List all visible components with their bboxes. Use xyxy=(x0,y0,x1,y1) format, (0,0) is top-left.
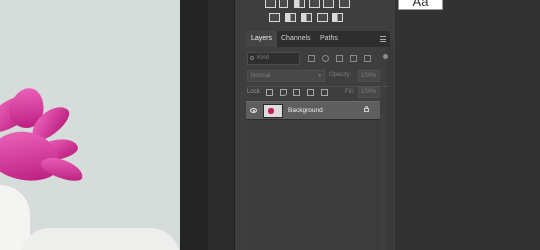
flower-petal xyxy=(0,126,64,186)
selective-color-icon[interactable] xyxy=(332,13,343,22)
shape-filter-icon[interactable] xyxy=(350,55,357,62)
tab-channels[interactable]: Channels xyxy=(276,31,316,47)
lock-label: Lock: xyxy=(247,89,262,95)
blend-mode-select[interactable]: Normal ▾ xyxy=(247,70,325,82)
lock-position-icon[interactable] xyxy=(293,89,300,96)
exposure-icon[interactable] xyxy=(309,0,320,8)
fill-label: Fill: xyxy=(345,89,355,95)
eye-icon[interactable] xyxy=(250,108,257,113)
opacity-label: Opacity: xyxy=(329,72,352,78)
lock-transparent-icon[interactable] xyxy=(266,89,273,96)
vase-base xyxy=(20,228,180,250)
gradient-map-icon[interactable] xyxy=(317,13,328,22)
panel-scrollbar[interactable] xyxy=(386,44,394,250)
image-filter-icon[interactable] xyxy=(308,55,315,62)
canvas-photo[interactable] xyxy=(0,0,180,250)
invert-icon[interactable] xyxy=(269,13,280,22)
adjustment-filter-icon[interactable] xyxy=(322,55,329,62)
workspace-right xyxy=(395,0,540,250)
curves-icon[interactable] xyxy=(294,0,305,8)
workspace-gutter xyxy=(208,0,234,250)
layer-row[interactable]: Background xyxy=(246,101,380,120)
brightness-contrast-icon[interactable] xyxy=(265,0,276,8)
levels-icon[interactable] xyxy=(279,0,288,8)
chevron-down-icon: ▾ xyxy=(318,73,321,79)
lock-artboard-icon[interactable] xyxy=(307,89,314,96)
panel-menu-icon[interactable] xyxy=(380,36,386,42)
fill-value: 100% xyxy=(361,89,377,95)
lock-image-icon[interactable] xyxy=(280,89,287,96)
smart-object-filter-icon[interactable] xyxy=(364,55,371,62)
vibrance-icon[interactable] xyxy=(323,0,334,8)
fill-field[interactable]: 100% xyxy=(358,87,380,98)
lock-all-icon[interactable] xyxy=(321,89,328,96)
tab-paths[interactable]: Paths xyxy=(315,31,343,47)
font-preview: Aa xyxy=(398,0,443,10)
layer-thumbnail xyxy=(263,104,283,118)
search-icon xyxy=(250,56,254,60)
kind-filter-select[interactable]: Kind xyxy=(247,52,300,65)
panel-tabs: Layers Channels Paths xyxy=(246,31,390,47)
font-preview-text: Aa xyxy=(412,0,429,9)
filter-toggle[interactable] xyxy=(383,54,388,59)
kind-filter-label: Kind xyxy=(257,55,270,61)
hue-saturation-icon[interactable] xyxy=(339,0,350,8)
opacity-value: 100% xyxy=(361,73,377,79)
layer-name[interactable]: Background xyxy=(288,107,323,114)
layers-list xyxy=(246,120,380,250)
lock-icon[interactable] xyxy=(364,106,369,112)
blend-mode-value: Normal xyxy=(251,73,271,79)
tab-layers[interactable]: Layers xyxy=(246,31,278,47)
canvas-edge xyxy=(180,0,208,250)
opacity-field[interactable]: 100% xyxy=(358,70,380,82)
threshold-icon[interactable] xyxy=(301,13,312,22)
posterize-icon[interactable] xyxy=(285,13,296,22)
type-filter-icon[interactable] xyxy=(336,55,343,62)
